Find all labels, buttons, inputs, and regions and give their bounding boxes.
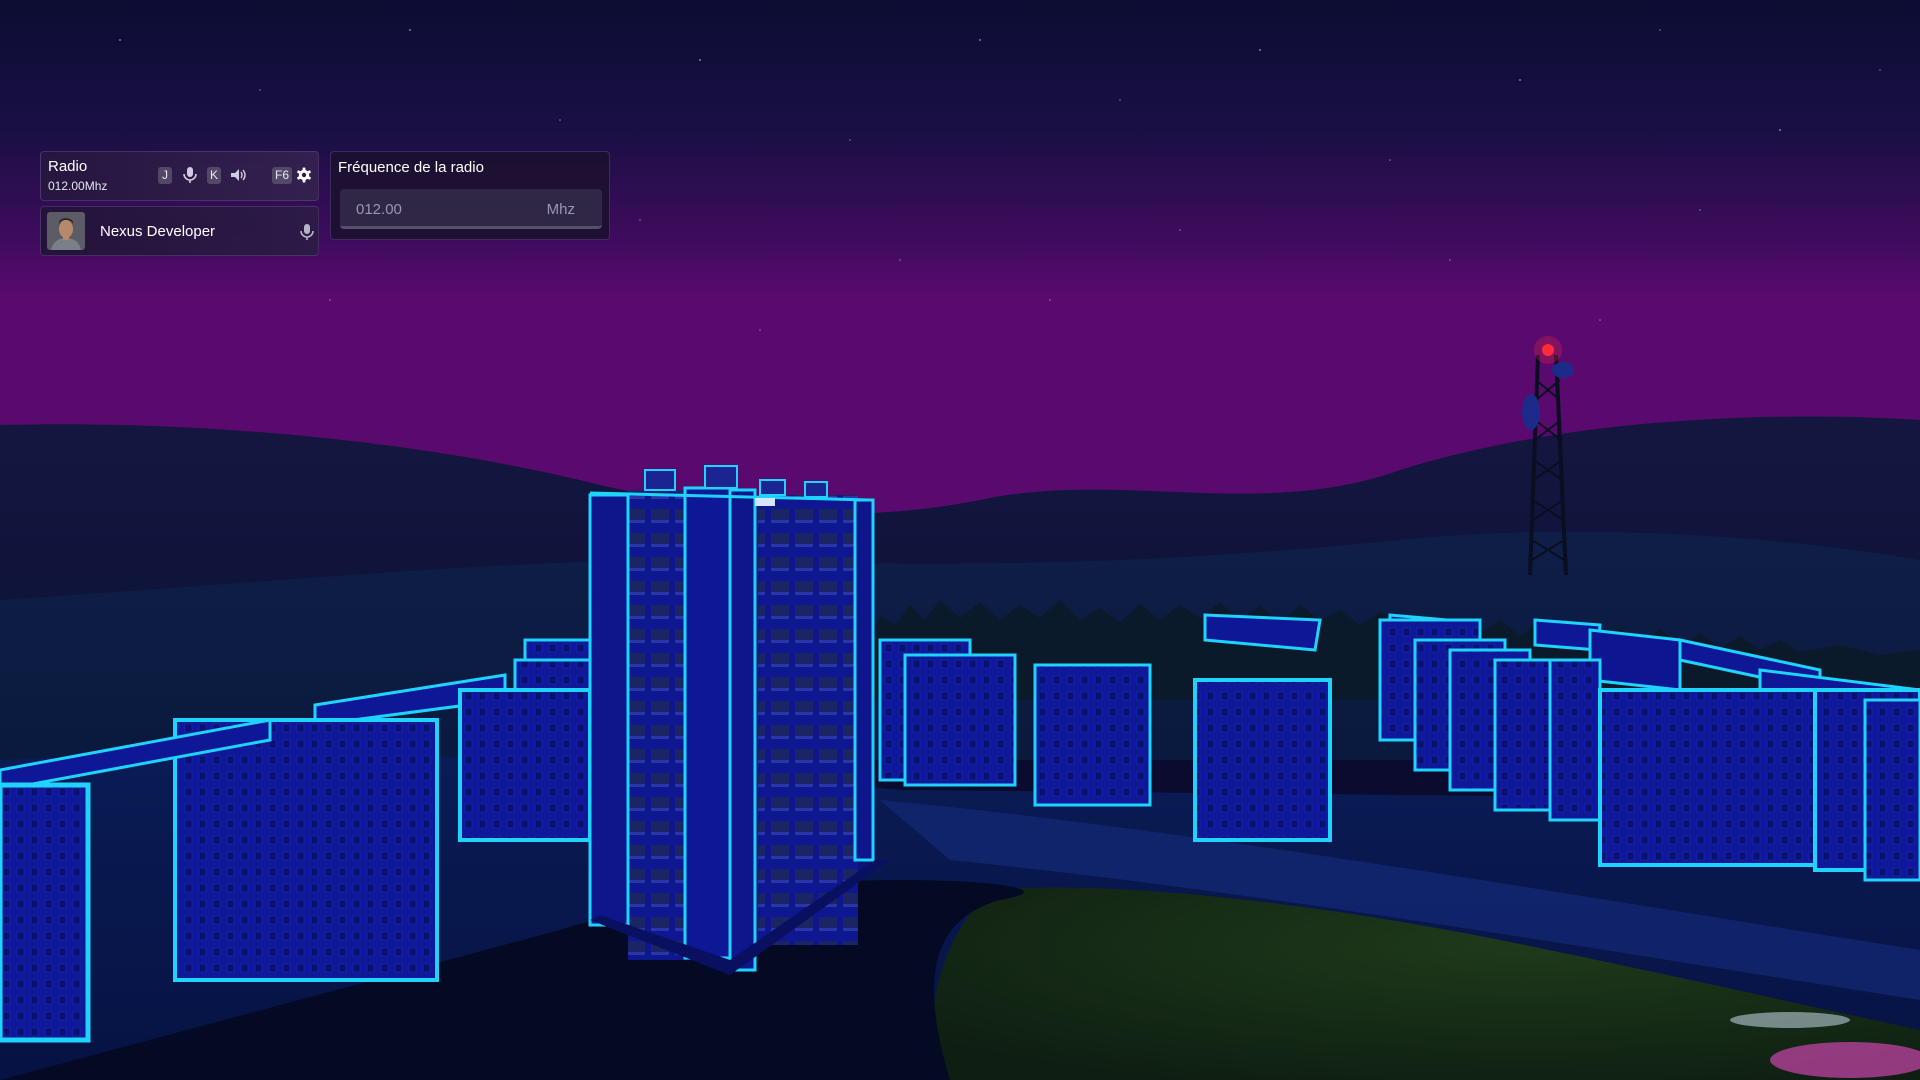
microphone-icon[interactable]	[180, 165, 200, 185]
speaker-icon[interactable]	[228, 165, 248, 185]
player-name: Nexus Developer	[100, 223, 216, 240]
frequency-input[interactable]	[354, 197, 508, 221]
frequency-unit: Mhz	[546, 201, 575, 218]
key-k-badge: K	[207, 167, 222, 184]
radio-player-row: Nexus Developer	[40, 206, 319, 256]
gear-icon[interactable]	[294, 165, 314, 185]
microphone-icon[interactable]	[297, 222, 317, 242]
radio-frequency-panel: Fréquence de la radio Mhz	[330, 151, 610, 240]
radio-frequency-display: 012.00Mhz	[48, 179, 108, 193]
avatar	[47, 212, 85, 250]
central-tower	[588, 465, 890, 975]
key-f6-badge: F6	[272, 167, 293, 184]
radio-panel: Radio 012.00Mhz J K F6	[40, 151, 319, 201]
key-j-badge: J	[158, 167, 172, 184]
frequency-input-box: Mhz	[340, 189, 602, 229]
radio-title: Radio	[48, 158, 88, 175]
frequency-panel-title: Fréquence de la radio	[338, 159, 484, 176]
